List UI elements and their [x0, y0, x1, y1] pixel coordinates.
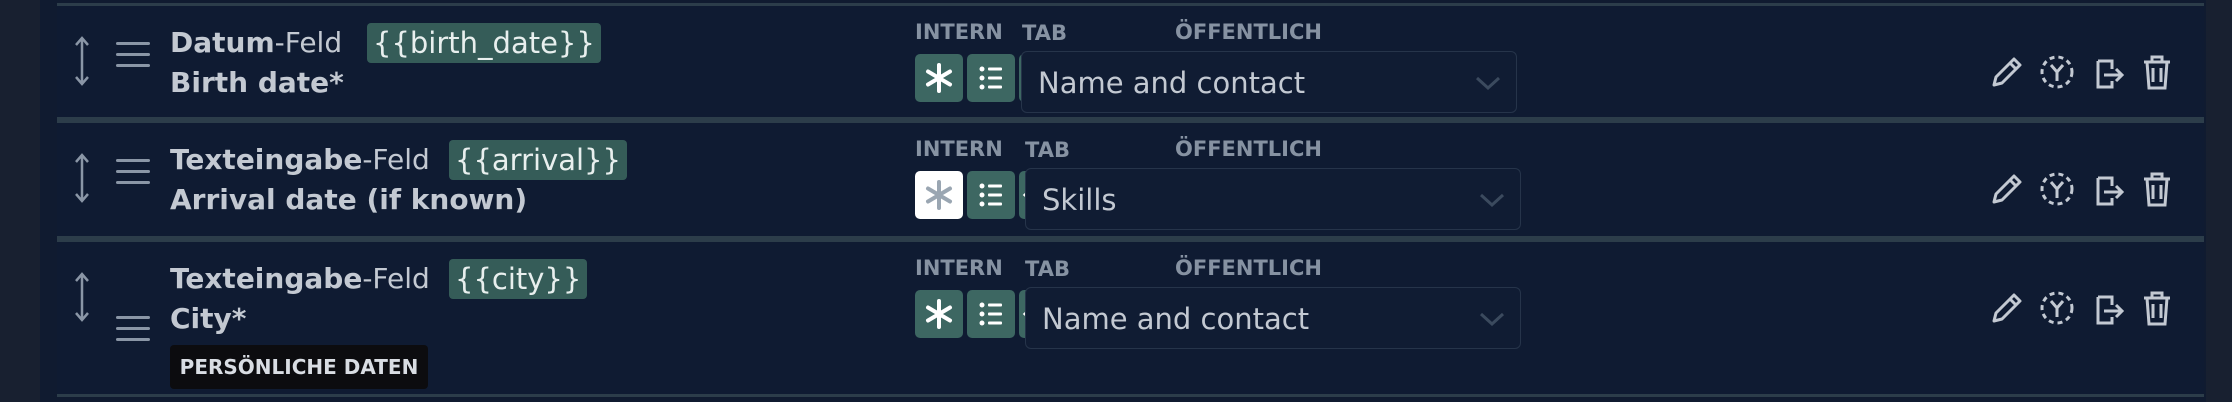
chevron-down-icon: [1475, 76, 1501, 91]
field-row-birth-date: Datum-Feld {{birth_date}} Birth date* IN…: [57, 3, 2204, 120]
public-heading: ÖFFENTLICH: [1175, 256, 1322, 280]
field-variable: {{birth_date}}: [367, 23, 601, 63]
drag-handle-icon[interactable]: [116, 40, 150, 70]
field-type: Texteingabe-Feld: [170, 262, 430, 295]
intern-heading: INTERN: [915, 20, 1003, 44]
field-label: Arrival date (if known): [170, 183, 528, 216]
field-row-arrival: Texteingabe-Feld {{arrival}} Arrival dat…: [57, 120, 2204, 239]
edit-icon[interactable]: [1986, 51, 2028, 93]
field-row-city: Texteingabe-Feld {{city}} City* PERSÖNLI…: [57, 239, 2204, 397]
public-heading: ÖFFENTLICH: [1175, 20, 1322, 44]
sort-arrows-icon[interactable]: [71, 36, 93, 86]
edit-icon[interactable]: [1986, 287, 2028, 329]
intern-heading: INTERN: [915, 137, 1003, 161]
field-variable: {{city}}: [449, 259, 588, 299]
edit-icon[interactable]: [1986, 168, 2028, 210]
delete-icon[interactable]: [2136, 51, 2178, 93]
field-label: Birth date*: [170, 66, 344, 99]
field-type: Datum-Feld: [170, 26, 343, 59]
field-label: City*: [170, 302, 247, 335]
tab-heading: TAB: [1025, 257, 1070, 281]
copy-icon[interactable]: [2086, 51, 2128, 93]
drag-handle-icon[interactable]: [116, 314, 150, 344]
field-type: Texteingabe-Feld: [170, 143, 430, 176]
chevron-down-icon: [1479, 312, 1505, 327]
tab-heading: TAB: [1025, 138, 1070, 162]
copy-icon[interactable]: [2086, 287, 2128, 329]
list-icon[interactable]: [967, 171, 1015, 219]
chevron-down-icon: [1479, 193, 1505, 208]
delete-icon[interactable]: [2136, 168, 2178, 210]
tab-select[interactable]: Name and contact: [1025, 287, 1521, 349]
delete-icon[interactable]: [2136, 287, 2178, 329]
drag-handle-icon[interactable]: [116, 157, 150, 187]
public-heading: ÖFFENTLICH: [1175, 137, 1322, 161]
sort-arrows-icon[interactable]: [71, 272, 93, 322]
variable-icon[interactable]: [2036, 51, 2078, 93]
variable-icon[interactable]: [2036, 168, 2078, 210]
copy-icon[interactable]: [2086, 168, 2128, 210]
tab-select[interactable]: Skills: [1025, 168, 1521, 230]
required-icon[interactable]: [915, 171, 963, 219]
list-icon[interactable]: [967, 290, 1015, 338]
variable-icon[interactable]: [2036, 287, 2078, 329]
sort-arrows-icon[interactable]: [71, 153, 93, 203]
list-icon[interactable]: [967, 54, 1015, 102]
field-variable: {{arrival}}: [449, 140, 627, 180]
required-icon[interactable]: [915, 54, 963, 102]
section-tag: PERSÖNLICHE DATEN: [170, 345, 428, 389]
tab-heading: TAB: [1022, 21, 1067, 45]
tab-select[interactable]: Name and contact: [1021, 51, 1517, 113]
intern-heading: INTERN: [915, 256, 1003, 280]
required-icon[interactable]: [915, 290, 963, 338]
